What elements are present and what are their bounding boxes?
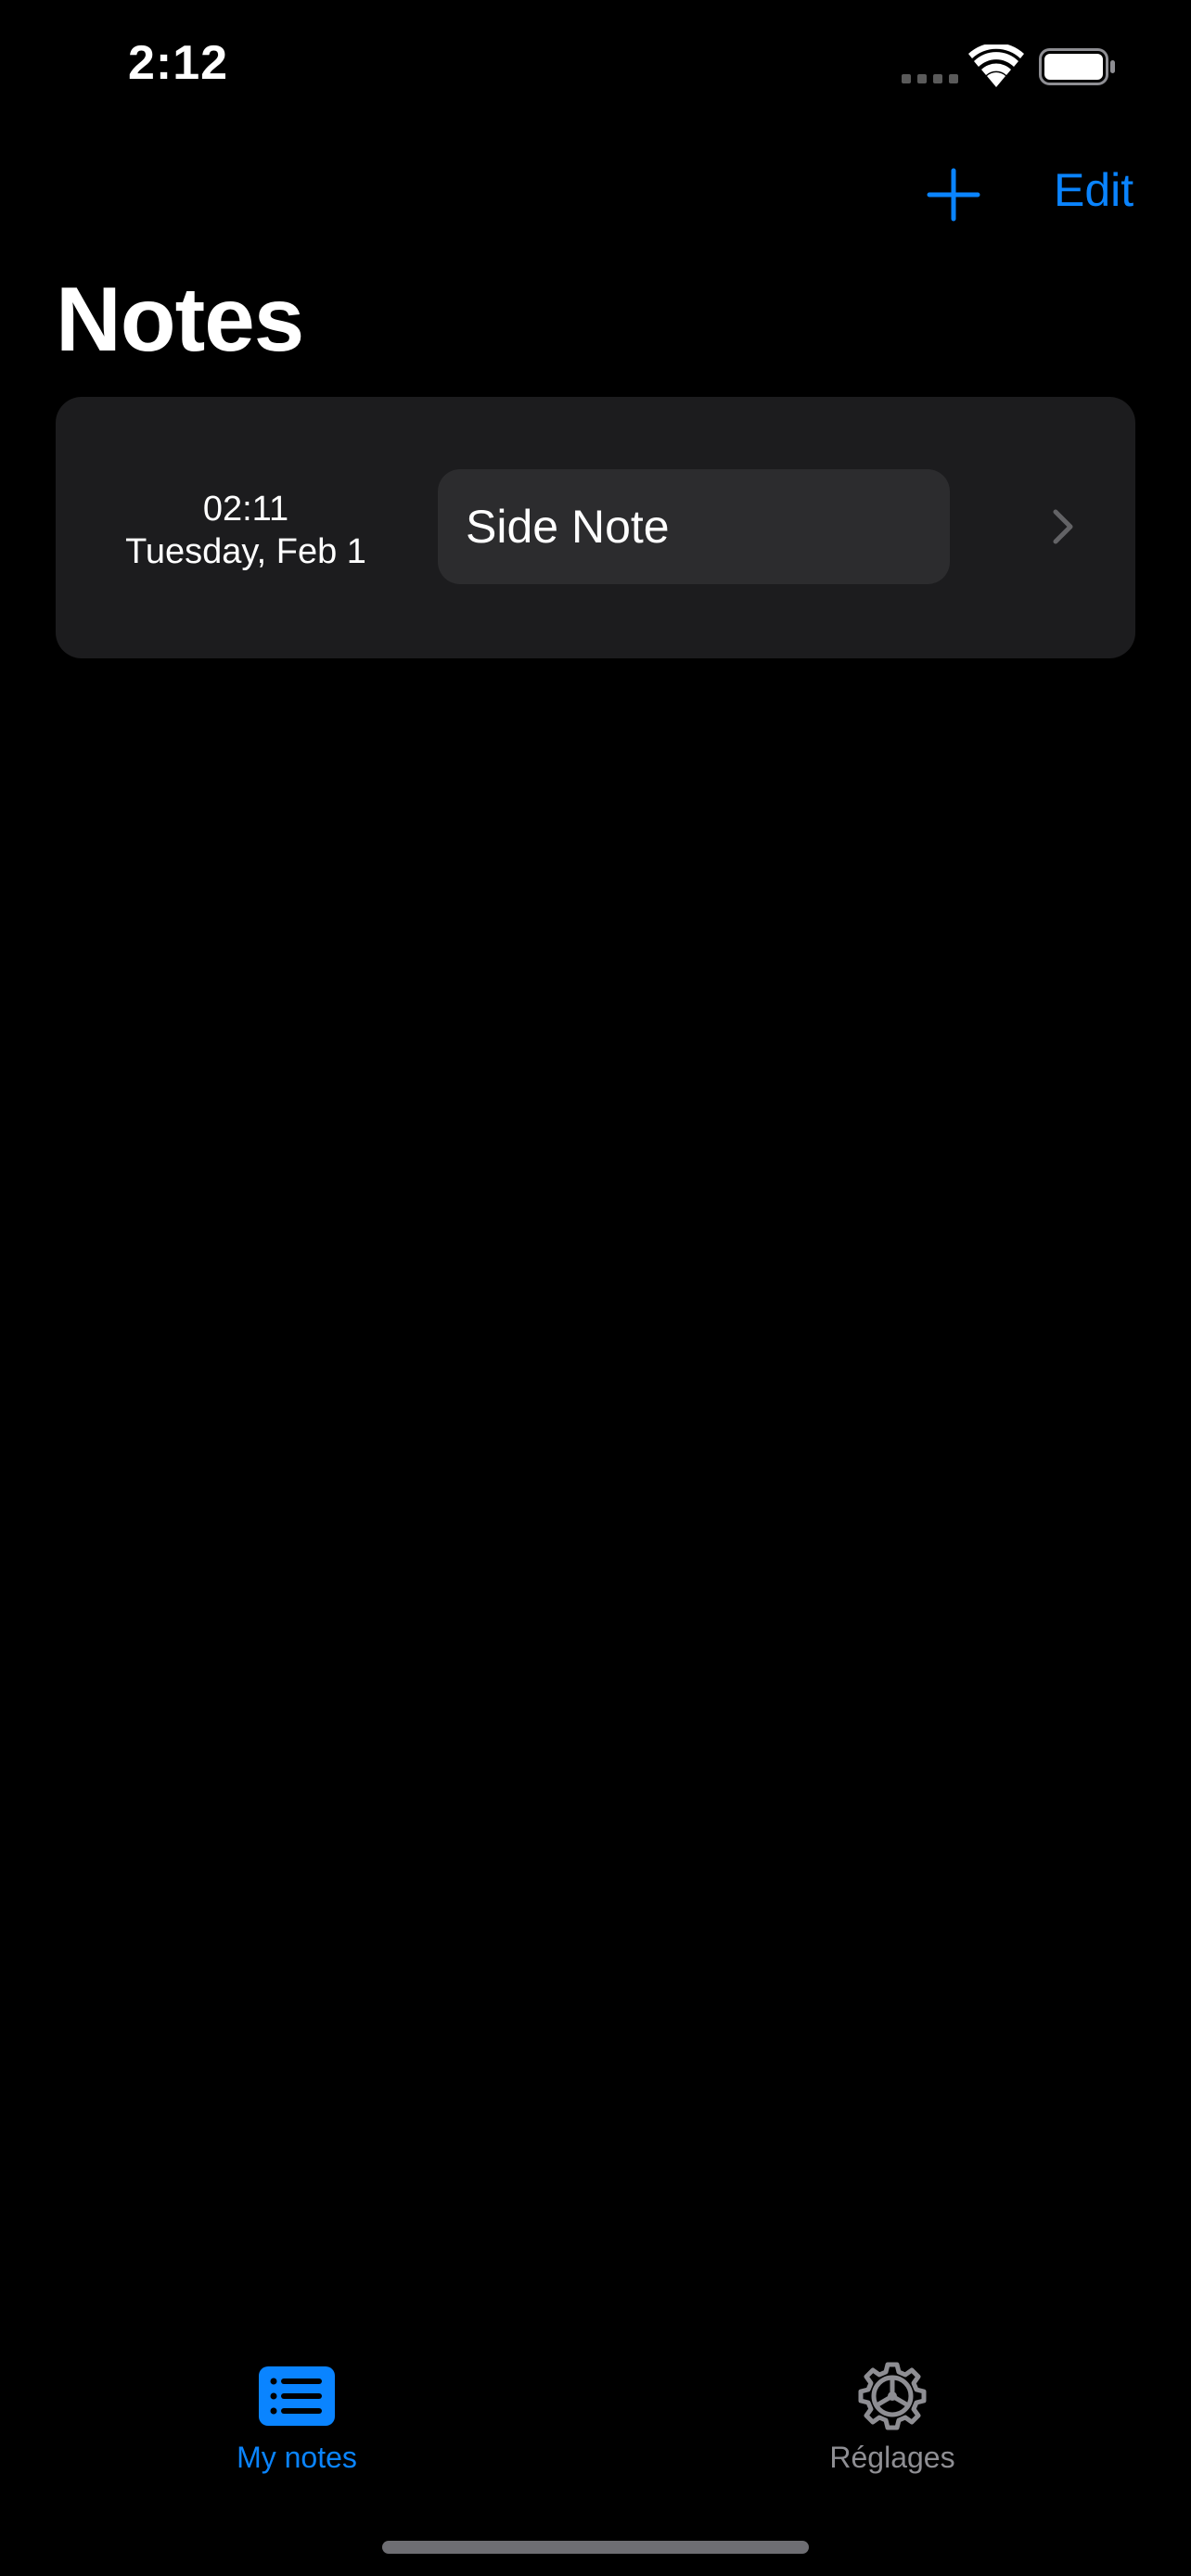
battery-icon xyxy=(1039,48,1115,85)
wifi-icon xyxy=(968,45,1024,87)
tab-bar: My notes Réglages xyxy=(0,2337,1191,2522)
note-title: Side Note xyxy=(466,501,670,553)
edit-button[interactable]: Edit xyxy=(1054,163,1133,217)
status-bar: 2:12 xyxy=(0,0,1191,139)
tab-label: My notes xyxy=(237,2441,357,2474)
gear-icon xyxy=(858,2362,927,2430)
note-time: 02:11 xyxy=(202,490,289,529)
tab-label: Réglages xyxy=(829,2441,955,2474)
chevron-right-icon xyxy=(1053,509,1073,544)
note-list-item[interactable]: 02:11 Tuesday, Feb 1 Side Note xyxy=(56,397,1135,658)
status-time: 2:12 xyxy=(128,36,229,90)
note-date: Tuesday, Feb 1 xyxy=(125,532,366,571)
page-title: Notes xyxy=(56,268,304,370)
note-datetime: 02:11 Tuesday, Feb 1 xyxy=(93,488,399,573)
cellular-signal-icon xyxy=(902,74,959,83)
tab-my-notes[interactable]: My notes xyxy=(158,2337,436,2485)
home-indicator[interactable] xyxy=(382,2541,809,2554)
add-note-button[interactable] xyxy=(926,167,981,223)
list-icon xyxy=(259,2366,335,2426)
tab-settings[interactable]: Réglages xyxy=(753,2337,1031,2485)
note-title-field[interactable]: Side Note xyxy=(438,469,950,584)
